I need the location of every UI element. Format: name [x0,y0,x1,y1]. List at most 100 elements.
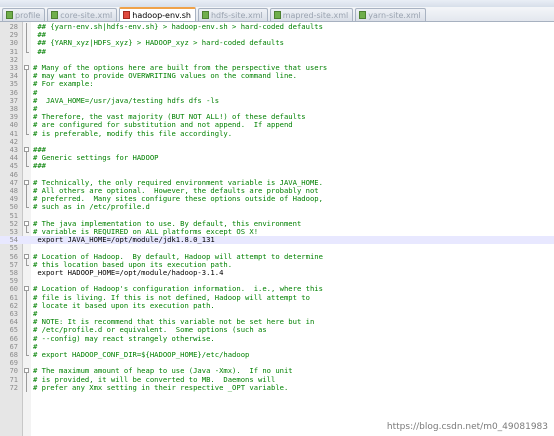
line-number: 31 [9,47,18,56]
line-number: 67 [9,342,18,351]
tab-1[interactable]: core-site.xml [47,8,118,21]
line-number: 60 [9,285,18,294]
fold-line-icon [24,154,30,163]
line-number: 52 [9,219,18,228]
fold-line-icon [24,88,30,97]
tab-label: mapred-site.xml [282,10,349,20]
code-line[interactable]: 37 # JAVA_HOME=/usr/java/testing hdfs dfs… [0,95,554,105]
line-number: 39 [9,113,18,122]
code-line[interactable]: 41 # is preferable, modify this file acco… [0,128,554,138]
line-number: 69 [9,359,18,368]
line-number: 53 [9,228,18,236]
line-number: 35 [9,80,18,89]
fold-line-icon [24,375,30,384]
line-number: 42 [9,137,18,146]
fold-line-icon [24,342,30,351]
fold-toggle-icon[interactable] [24,253,30,261]
fold-line-icon [24,318,30,327]
fold-toggle-icon[interactable] [24,146,30,155]
line-number: 40 [9,121,18,130]
line-number: 56 [9,252,18,261]
line-number: 38 [9,105,18,113]
code-text: # such as in /etc/profile.d [33,202,150,212]
file-icon [51,11,59,19]
code-line[interactable]: 54 export JAVA_HOME=/opt/module/jdk1.8.0… [0,235,554,245]
code-line[interactable]: 72 # prefer any Xmx setting in their resp… [0,383,554,392]
code-text: export JAVA_HOME=/opt/module/jdk1.8.0_13… [33,235,215,245]
tab-5[interactable]: yarn-site.xml [355,8,426,21]
line-number: 71 [9,375,18,384]
tab-label: yarn-site.xml [368,10,421,20]
code-editor[interactable]: 28 ## {yarn-env.sh|hdfs-env.sh} > hadoop… [0,22,554,436]
line-number: 49 [9,195,18,204]
line-number: 70 [9,367,18,376]
line-number: 30 [9,39,18,48]
line-number: 63 [9,310,18,318]
fold-line-icon [24,113,30,122]
fold-line-icon [24,301,30,310]
fold-toggle-icon[interactable] [24,220,30,228]
tab-4[interactable]: mapred-site.xml [269,8,354,21]
code-text: # For example: [33,79,94,89]
line-number: 68 [9,351,18,359]
code-text: # Generic settings for HADOOP [33,153,159,163]
fold-toggle-icon[interactable] [24,367,30,376]
code-line[interactable]: 31 ## [0,46,554,56]
code-text: ## {YARN_xyz|HDFS_xyz} > HADOOP_xyz > ha… [33,38,284,48]
fold-toggle-icon[interactable] [24,285,30,294]
tab-label: core-site.xml [60,10,113,20]
code-line[interactable]: 50 # such as in /etc/profile.d [0,202,554,212]
line-number: 59 [9,277,18,286]
line-number: 65 [9,326,18,335]
code-line[interactable]: 44 # Generic settings for HADOOP [0,153,554,163]
tab-0[interactable]: profile [2,8,46,21]
fold-line-icon [24,334,30,343]
line-number: 61 [9,293,18,302]
code-text: export HADOOP_HOME=/opt/module/hadoop-3.… [33,268,224,277]
fold-line-icon [24,195,30,204]
line-number: 62 [9,301,18,310]
code-line[interactable]: 42 [0,138,554,146]
line-number: 44 [9,154,18,163]
code-line[interactable]: 66 # --config) may react strangely otherw… [0,333,554,343]
code-line[interactable]: 28 ## {yarn-env.sh|hdfs-env.sh} > hadoop… [0,22,554,32]
fold-line-icon [24,129,30,138]
line-number: 54 [9,236,18,245]
fold-line-icon [24,105,30,114]
fold-line-icon [24,121,30,130]
line-number: 66 [9,334,18,343]
line-number: 48 [9,187,18,195]
tab-2[interactable]: hadoop-env.sh [119,7,196,21]
code-line[interactable]: 68 # export HADOOP_CONF_DIR=${HADOOP_HOME… [0,350,554,359]
code-line[interactable]: 58 export HADOOP_HOME=/opt/module/hadoop… [0,268,554,277]
code-text: # JAVA_HOME=/usr/java/testing hdfs dfs -… [33,95,220,105]
tab-3[interactable]: hdfs-site.xml [197,8,268,21]
line-number: 43 [9,146,18,154]
line-number: 41 [9,129,18,138]
line-number: 29 [9,31,18,40]
file-icon [273,11,281,19]
fold-line-icon [24,80,30,89]
code-text: # --config) may react strangely otherwis… [33,333,215,343]
code-line[interactable]: 45 ### [0,162,554,171]
line-number: 51 [9,211,18,220]
line-number: 45 [9,162,18,171]
line-number: 34 [9,72,18,81]
fold-line-icon [24,187,30,196]
code-line[interactable]: 35 # For example: [0,79,554,89]
tab-label: profile [15,10,41,20]
code-line[interactable]: 30 ## {YARN_xyz|HDFS_xyz} > HADOOP_xyz >… [0,38,554,48]
code-line[interactable]: 62 # locate it based upon its execution p… [0,301,554,310]
fold-line-icon [24,96,30,105]
fold-toggle-icon[interactable] [24,179,30,187]
line-number: 36 [9,88,18,97]
line-number: 33 [9,64,18,72]
code-text: # is preferable, modify this file accord… [33,128,233,138]
line-number: 64 [9,318,18,327]
fold-line-icon [24,23,30,32]
fold-toggle-icon[interactable] [24,64,30,73]
tab-bar: profile core-site.xml hadoop-env.sh hdfs-si… [0,7,554,22]
code-text: ## [33,46,46,56]
fold-line-icon [24,351,30,359]
tab-label: hadoop-env.sh [132,10,191,20]
